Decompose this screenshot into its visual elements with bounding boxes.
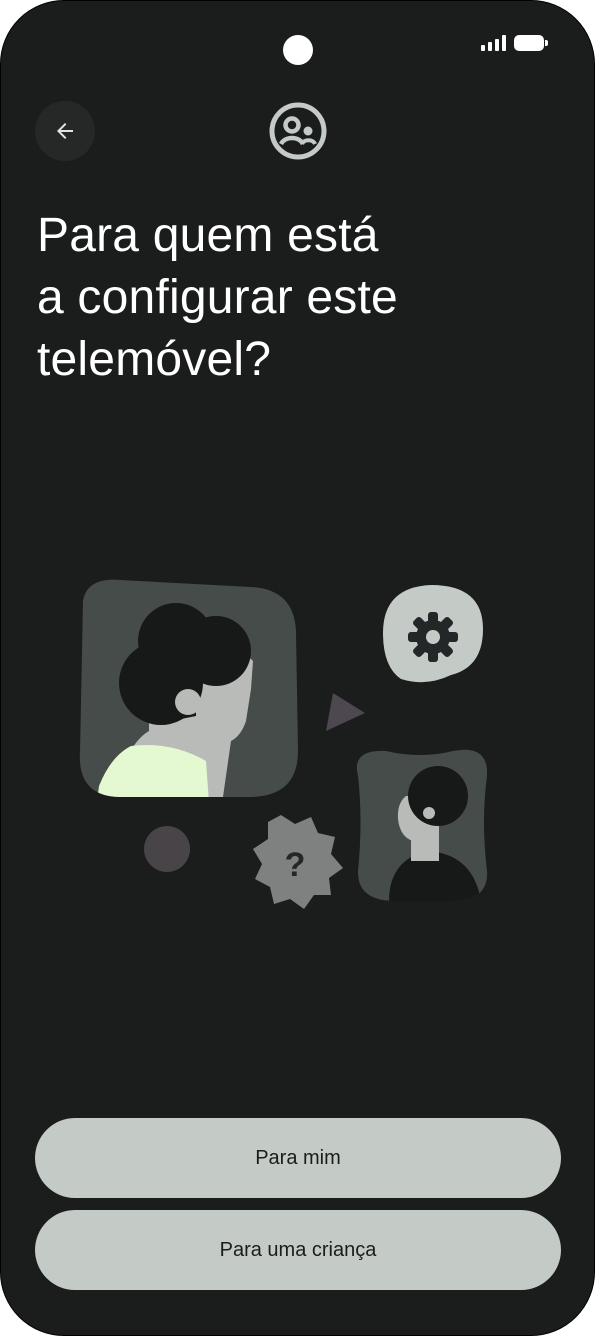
status-bar [481,35,548,51]
settings-gear-icon [383,585,483,683]
supervised-user-icon [269,102,327,160]
question-badge-icon: ? [253,815,343,909]
signal-icon [481,35,506,51]
arrow-back-icon [57,123,73,139]
child-avatar [356,749,488,901]
svg-text:?: ? [285,846,306,884]
title-line-1: Para quem está [37,209,379,262]
back-button[interactable] [35,101,95,161]
illustration: ? [79,579,488,909]
title-line-3: telemóvel? [37,333,272,386]
phone-screen: Para quem está a configurar este telemóv… [0,0,595,1336]
for-child-button[interactable]: Para uma criança [35,1210,561,1290]
front-camera [283,35,313,65]
battery-icon [514,35,548,51]
for-me-button[interactable]: Para mim [35,1118,561,1198]
page-title: Para quem está a configurar este telemóv… [37,205,557,391]
decorative-dot [144,826,190,872]
play-triangle [326,693,365,731]
title-line-2: a configurar este [37,271,398,324]
adult-avatar [79,579,299,797]
